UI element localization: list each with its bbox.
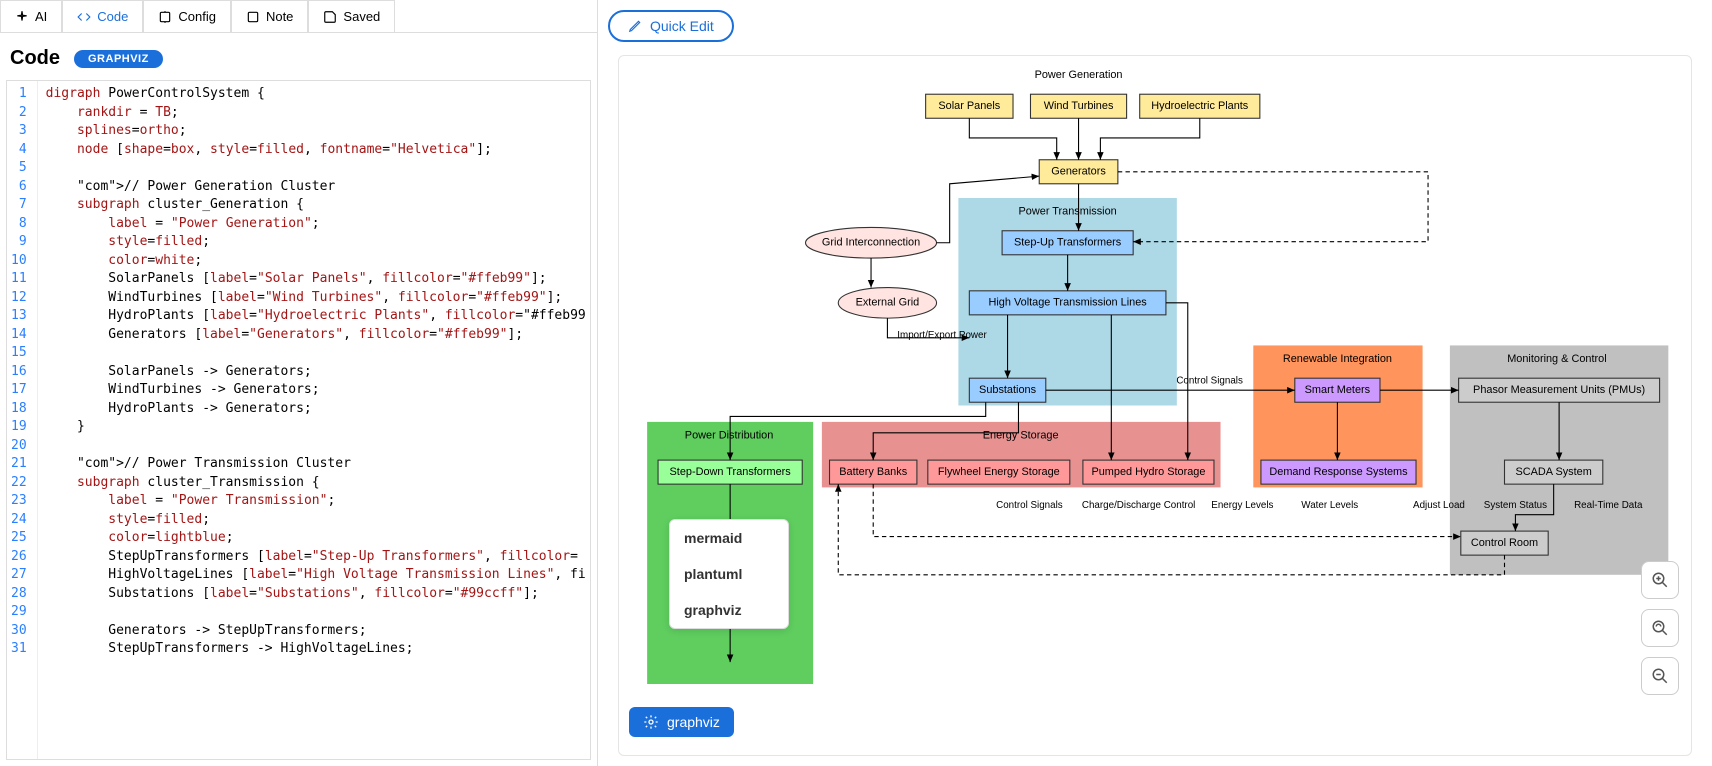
code-content[interactable]: digraph PowerControlSystem { rankdir = T… — [38, 81, 586, 759]
tab-ai[interactable]: AI — [0, 0, 62, 32]
svg-text:Control Room: Control Room — [1471, 537, 1538, 549]
diagram-svg: Power Generation Solar Panels Wind Turbi… — [619, 56, 1691, 755]
note-icon — [246, 10, 260, 24]
engine-dropdown-popup: mermaid plantuml graphviz — [669, 519, 789, 629]
pencil-icon — [628, 19, 642, 33]
svg-text:Wind Turbines: Wind Turbines — [1044, 100, 1114, 112]
svg-text:Energy Levels: Energy Levels — [1211, 500, 1273, 511]
tab-config-label: Config — [178, 9, 216, 24]
svg-text:Grid Interconnection: Grid Interconnection — [822, 237, 920, 249]
svg-text:Smart Meters: Smart Meters — [1305, 384, 1371, 396]
cluster-generation-label: Power Generation — [1035, 69, 1123, 81]
engine-option-plantuml[interactable]: plantuml — [670, 556, 788, 592]
left-panel: AI Code Config Note Saved Code GRAPHVIZ — [0, 0, 598, 766]
svg-text:Solar Panels: Solar Panels — [938, 100, 1000, 112]
svg-text:Import/Export Power: Import/Export Power — [897, 330, 987, 341]
tab-note-label: Note — [266, 9, 293, 24]
sparkle-icon — [15, 10, 29, 24]
code-icon — [77, 10, 91, 24]
svg-text:Power Transmission: Power Transmission — [1019, 205, 1117, 217]
quick-edit-button[interactable]: Quick Edit — [608, 10, 734, 42]
tab-code-label: Code — [97, 9, 128, 24]
svg-text:Phasor Measurement Units (PMUs: Phasor Measurement Units (PMUs) — [1473, 384, 1645, 396]
svg-text:Step-Down Transformers: Step-Down Transformers — [670, 466, 792, 478]
tab-ai-label: AI — [35, 9, 47, 24]
zoom-in-icon — [1651, 571, 1669, 589]
saved-icon — [323, 10, 337, 24]
svg-text:External Grid: External Grid — [856, 297, 920, 309]
svg-text:Substations: Substations — [979, 384, 1037, 396]
svg-text:Step-Up Transformers: Step-Up Transformers — [1014, 237, 1122, 249]
svg-text:High Voltage Transmission Line: High Voltage Transmission Lines — [989, 297, 1148, 309]
engine-option-mermaid[interactable]: mermaid — [670, 520, 788, 556]
zoom-reset-icon — [1651, 619, 1669, 637]
svg-text:Control Signals: Control Signals — [1176, 376, 1243, 387]
svg-text:Renewable Integration: Renewable Integration — [1283, 353, 1392, 365]
svg-text:Adjust Load: Adjust Load — [1413, 500, 1465, 511]
config-icon — [158, 10, 172, 24]
right-panel: Quick Edit Power Generation Solar Panels… — [598, 0, 1712, 766]
zoom-in-button[interactable] — [1641, 561, 1679, 599]
header-row: Code GRAPHVIZ — [0, 33, 597, 80]
engine-selector-button[interactable]: graphviz — [629, 707, 734, 737]
svg-text:Demand Response Systems: Demand Response Systems — [1269, 466, 1408, 478]
svg-text:Generators: Generators — [1051, 166, 1106, 178]
svg-text:Pumped Hydro Storage: Pumped Hydro Storage — [1091, 466, 1205, 478]
tab-note[interactable]: Note — [231, 0, 308, 32]
svg-text:SCADA System: SCADA System — [1515, 466, 1591, 478]
svg-text:Flywheel Energy Storage: Flywheel Energy Storage — [938, 466, 1060, 478]
svg-text:Control Signals: Control Signals — [996, 500, 1063, 511]
language-badge: GRAPHVIZ — [74, 50, 163, 68]
tab-saved[interactable]: Saved — [308, 0, 395, 32]
svg-text:Real-Time Data: Real-Time Data — [1574, 500, 1643, 511]
zoom-out-button[interactable] — [1641, 657, 1679, 695]
svg-text:Monitoring & Control: Monitoring & Control — [1507, 353, 1606, 365]
svg-text:Energy Storage: Energy Storage — [983, 429, 1059, 441]
engine-option-graphviz[interactable]: graphviz — [670, 592, 788, 628]
svg-text:Battery Banks: Battery Banks — [839, 466, 907, 478]
zoom-controls — [1641, 561, 1679, 695]
svg-text:System Status: System Status — [1484, 500, 1547, 511]
tabs-bar: AI Code Config Note Saved — [0, 0, 597, 33]
svg-text:Hydroelectric Plants: Hydroelectric Plants — [1151, 100, 1249, 112]
tab-config[interactable]: Config — [143, 0, 231, 32]
zoom-out-icon — [1651, 667, 1669, 685]
line-gutter: 1234567891011121314151617181920212223242… — [7, 81, 38, 759]
engine-selector-label: graphviz — [667, 714, 720, 730]
gear-icon — [643, 714, 659, 730]
svg-text:Power Distribution: Power Distribution — [685, 429, 774, 441]
svg-text:Charge/Discharge Control: Charge/Discharge Control — [1082, 500, 1195, 511]
tab-code[interactable]: Code — [62, 0, 143, 32]
zoom-reset-button[interactable] — [1641, 609, 1679, 647]
code-editor[interactable]: 1234567891011121314151617181920212223242… — [6, 80, 591, 760]
diagram-container[interactable]: Power Generation Solar Panels Wind Turbi… — [618, 55, 1692, 756]
tab-saved-label: Saved — [343, 9, 380, 24]
page-title: Code — [10, 47, 60, 70]
svg-text:Water Levels: Water Levels — [1301, 500, 1358, 511]
quick-edit-label: Quick Edit — [650, 18, 714, 34]
